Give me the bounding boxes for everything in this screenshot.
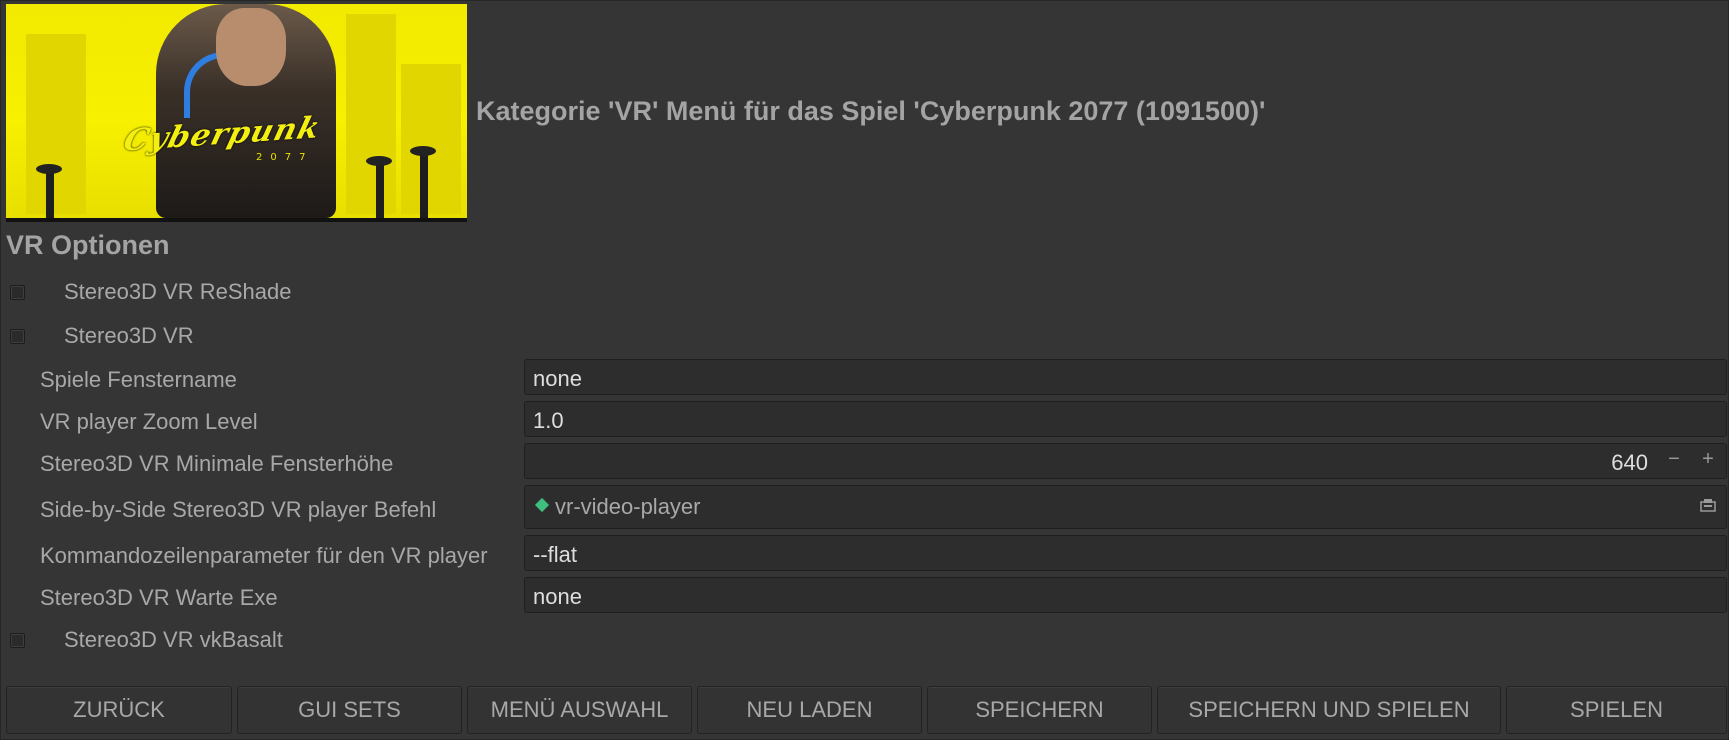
zurueck-button[interactable]: ZURÜCK	[6, 686, 232, 734]
file-chooser-vr-player-befehl[interactable]: vr-video-player	[524, 485, 1727, 529]
input-value: 1.0	[533, 408, 564, 433]
page-title: Kategorie 'VR' Menü für das Spiel 'Cyber…	[476, 96, 1266, 126]
neu-laden-button[interactable]: NEU LADEN	[697, 686, 922, 734]
section-title: VR Optionen	[6, 230, 170, 260]
file-chooser-value: vr-video-player	[555, 494, 701, 519]
checkbox-stereo3d-vr-reshade[interactable]	[10, 284, 25, 300]
game-banner-image: Cyberpunk 2077	[6, 4, 467, 222]
file-chooser-icon[interactable]	[1700, 498, 1716, 517]
label-vr-player-befehl: Side-by-Side Stereo3D VR player Befehl	[40, 497, 437, 522]
speichern-button[interactable]: SPEICHERN	[927, 686, 1152, 734]
decrement-button[interactable]: −	[1664, 448, 1684, 471]
checkbox-stereo3d-vr-vkbasalt[interactable]	[10, 632, 25, 648]
spielen-button[interactable]: SPIELEN	[1506, 686, 1727, 734]
bottom-button-bar: ZURÜCK GUI SETS MENÜ AUSWAHL NEU LADEN S…	[6, 686, 1727, 734]
label-vr-player-zoom-level: VR player Zoom Level	[40, 409, 258, 434]
speichern-und-spielen-button[interactable]: SPEICHERN UND SPIELEN	[1157, 686, 1501, 734]
character-head	[216, 8, 286, 86]
checkbox-stereo3d-vr[interactable]	[10, 328, 25, 344]
checkbox-row-stereo3d-vr-vkbasalt[interactable]: Stereo3D VR vkBasalt	[10, 628, 283, 652]
executable-icon	[534, 497, 550, 513]
cyberpunk-logo-year: 2077	[256, 152, 314, 163]
gui-sets-button[interactable]: GUI SETS	[237, 686, 462, 734]
input-value: none	[533, 366, 582, 391]
checkbox-label: Stereo3D VR	[64, 323, 194, 348]
spinner-minimale-fensterhoehe[interactable]: 640 − +	[524, 443, 1727, 479]
checkbox-label: Stereo3D VR ReShade	[64, 279, 292, 304]
label-kommandozeilenparameter: Kommandozeilenparameter für den VR playe…	[40, 543, 488, 568]
input-vr-player-zoom-level[interactable]: 1.0	[524, 401, 1727, 437]
checkbox-label: Stereo3D VR vkBasalt	[64, 627, 283, 652]
checkbox-row-stereo3d-vr-reshade[interactable]: Stereo3D VR ReShade	[10, 280, 291, 304]
spinner-value: 640	[1611, 450, 1648, 475]
input-value: none	[533, 584, 582, 609]
label-spiele-fenstername: Spiele Fenstername	[40, 367, 237, 392]
label-minimale-fensterhoehe: Stereo3D VR Minimale Fensterhöhe	[40, 451, 394, 476]
input-spiele-fenstername[interactable]: none	[524, 359, 1727, 395]
input-stereo3d-vr-warte-exe[interactable]: none	[524, 577, 1727, 613]
input-value: --flat	[533, 542, 577, 567]
increment-button[interactable]: +	[1698, 448, 1718, 471]
label-stereo3d-vr-warte-exe: Stereo3D VR Warte Exe	[40, 585, 278, 610]
menue-auswahl-button[interactable]: MENÜ AUSWAHL	[467, 686, 692, 734]
input-kommandozeilenparameter[interactable]: --flat	[524, 535, 1727, 571]
checkbox-row-stereo3d-vr[interactable]: Stereo3D VR	[10, 324, 194, 348]
